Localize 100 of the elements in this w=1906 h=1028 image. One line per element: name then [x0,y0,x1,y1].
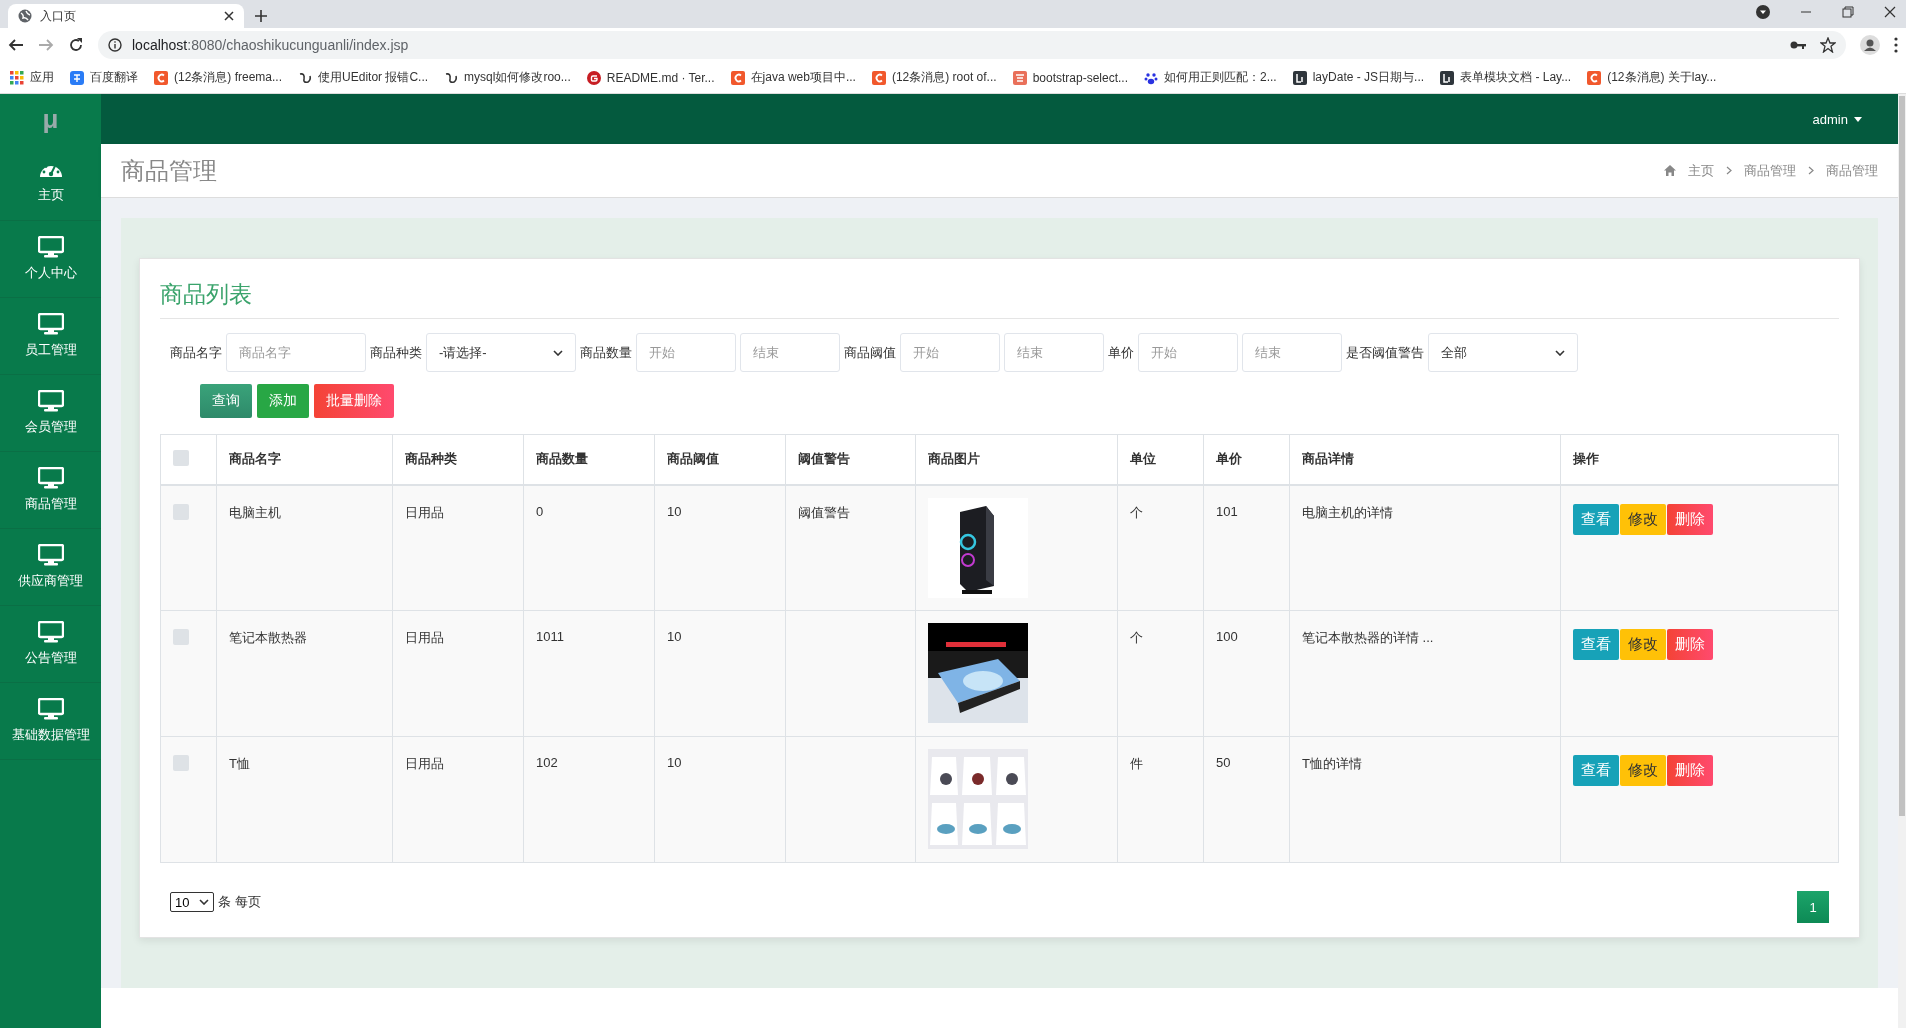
edit-button[interactable]: 修改 [1620,629,1666,660]
page-size-label: 条 每页 [218,893,262,911]
star-icon[interactable] [1820,37,1836,53]
view-button[interactable]: 查看 [1573,629,1619,660]
bookmark-link[interactable]: 使用UEditor 报错C... [318,69,429,86]
column-header: 单位 [1117,434,1204,485]
site-icon [1440,70,1455,85]
browser-tab[interactable]: 入口页 [8,4,244,28]
table-cell: 个 [1117,610,1204,737]
input-field[interactable]: 结束 [1242,333,1342,372]
filter-label: 单价 [1108,343,1134,362]
view-button[interactable]: 查看 [1573,755,1619,786]
sidebar-item[interactable]: 主页 [0,144,101,221]
batch-delete-button[interactable]: 批量删除 [314,384,394,418]
swirl-icon [298,70,313,85]
table-cell: 笔记本散热器 [216,610,393,737]
bookmark-link[interactable]: 如何用正则匹配：2... [1164,69,1277,86]
edit-button[interactable]: 修改 [1620,503,1666,535]
delete-button[interactable]: 删除 [1667,755,1713,786]
table-cell: 日用品 [392,736,524,863]
table-cell: 102 [523,736,655,863]
select-field[interactable]: 全部 [1428,333,1578,372]
input-field[interactable]: 开始 [900,333,1000,372]
monitor-icon [37,236,64,258]
translate-icon [70,70,84,85]
table-cell: 笔记本散热器的详情 ... [1289,610,1561,737]
delete-button[interactable]: 删除 [1667,503,1713,535]
page-size-select[interactable]: 10 [170,892,215,912]
column-header: 单价 [1203,434,1290,485]
dropdown-caret-icon [1555,349,1565,356]
select-field[interactable]: -请选择- [426,333,576,372]
bookmark-link[interactable]: README.md · Ter... [606,70,715,85]
checkbox[interactable] [173,755,189,771]
profile-icon[interactable] [1860,35,1880,55]
table-cell: 阈值警告 [785,484,916,611]
apps-grid-icon [10,70,24,85]
input-field[interactable]: 结束 [1004,333,1104,372]
table-cell: 50 [1203,736,1290,863]
page-button[interactable]: 1 [1797,891,1829,923]
bookmark-link[interactable]: 表单模块文档 - Lay... [1460,69,1572,86]
table-cell: T恤的详情 [1289,736,1561,863]
delete-button[interactable]: 删除 [1667,629,1713,660]
table-cell: 0 [523,484,655,611]
bookmark-link[interactable]: (12条消息) root of... [891,69,997,86]
user-menu[interactable]: admin [1812,111,1862,127]
column-header: 阈值警告 [785,434,916,485]
site-icon [1292,70,1307,85]
monitor-icon [37,467,64,489]
url-text: localhost:8080/chaoshikucunguanli/index.jsp [132,37,409,53]
checkbox[interactable] [173,629,189,645]
breadcrumb-link[interactable]: 主页 [1688,161,1714,180]
back-icon[interactable] [8,37,24,53]
scrollbar-thumb[interactable] [1899,96,1905,816]
search-button[interactable]: 查询 [200,384,252,418]
view-button[interactable]: 查看 [1573,503,1619,535]
table-cell: 个 [1117,484,1204,611]
bookmark-link[interactable]: 在java web项目中... [750,69,856,86]
bookmark-link[interactable]: mysql如何修改roo... [464,69,571,86]
reload-icon[interactable] [68,37,84,53]
key-icon[interactable] [1790,40,1806,50]
table-cell: T恤 [216,736,393,863]
bookmark-link[interactable]: layDate - JS日期与... [1312,69,1425,86]
breadcrumb-link[interactable]: 商品管理 [1744,161,1796,180]
table-cell: 1011 [523,610,655,737]
input-field[interactable]: 开始 [1138,333,1238,372]
column-header: 商品种类 [392,434,524,485]
table-cell: 10 [654,736,786,863]
edit-button[interactable]: 修改 [1620,755,1666,786]
close-icon[interactable] [1884,6,1896,18]
table-cell: 10 [654,610,786,737]
dropdown-caret-icon [199,899,210,905]
table-cell: 日用品 [392,610,524,737]
input-field[interactable]: 开始 [636,333,736,372]
input-field[interactable]: 商品名字 [226,333,366,372]
site-icon [730,70,745,85]
bookmark-link[interactable]: (12条消息) 关于lay... [1607,69,1717,86]
table-cell: 10 [654,484,786,611]
bookmark-link[interactable]: (12条消息) freema... [174,69,283,86]
bookmark-link[interactable]: 应用 [30,69,54,86]
address-bar[interactable]: localhost:8080/chaoshikucunguanli/index.jsp [98,31,1846,59]
paw-icon [1144,70,1158,85]
bookmark-link[interactable]: bootstrap-select... [1032,70,1128,85]
column-header: 商品阈值 [654,434,786,485]
column-header: 商品名字 [216,434,393,485]
chevron-icon [1808,166,1814,175]
add-button[interactable]: 添加 [257,384,309,418]
checkbox[interactable] [173,503,189,520]
table-cell: 件 [1117,736,1204,863]
breadcrumb-link[interactable]: 商品管理 [1826,161,1878,180]
restore-icon[interactable] [1842,6,1854,18]
close-icon[interactable] [224,11,234,21]
input-field[interactable]: 结束 [740,333,840,372]
site-icon [1012,70,1027,85]
filter-label: 商品种类 [370,343,422,362]
checkbox[interactable] [173,449,189,466]
info-icon [108,38,122,52]
new-tab-icon[interactable] [254,9,268,23]
bookmark-link[interactable]: 百度翻译 [90,69,138,86]
more-icon[interactable] [1894,37,1898,53]
profile-menu-icon[interactable] [1756,5,1770,19]
